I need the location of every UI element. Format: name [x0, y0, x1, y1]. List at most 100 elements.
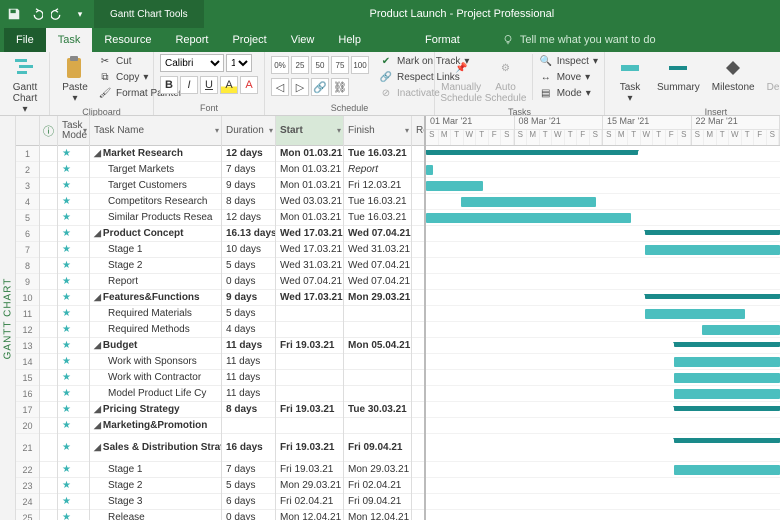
start-cell[interactable]: Wed 17.03.21: [276, 242, 343, 258]
row-number[interactable]: 9: [16, 274, 39, 290]
finish-cell[interactable]: Mon 12.04.21: [344, 510, 411, 520]
row-number[interactable]: 14: [16, 354, 39, 370]
task-name-cell[interactable]: Product Concept: [103, 228, 184, 239]
row-number[interactable]: 13: [16, 338, 39, 354]
gantt-bar[interactable]: [645, 245, 780, 255]
duration-cell[interactable]: 11 days: [222, 386, 275, 402]
tab-task[interactable]: Task: [46, 28, 93, 52]
duration-cell[interactable]: 6 days: [222, 494, 275, 510]
gantt-bar[interactable]: [674, 406, 780, 411]
task-name-cell[interactable]: Features&Functions: [103, 292, 200, 303]
deliverable-insert-button[interactable]: 📦Deliverable ▾: [763, 54, 780, 106]
finish-cell[interactable]: Report: [344, 162, 411, 178]
row-number[interactable]: 3: [16, 178, 39, 194]
finish-cell[interactable]: Fri 12.03.21: [344, 178, 411, 194]
row-number[interactable]: 25: [16, 510, 39, 520]
gantt-bar[interactable]: [426, 181, 483, 191]
task-name-cell[interactable]: Stage 3: [108, 496, 142, 507]
font-size-select[interactable]: 11: [226, 54, 252, 72]
link-button[interactable]: 🔗: [311, 78, 329, 96]
gantt-bar[interactable]: [426, 213, 631, 223]
start-cell[interactable]: Mon 01.03.21: [276, 146, 343, 162]
expand-icon[interactable]: ◢: [94, 228, 101, 239]
pct75-button[interactable]: 75: [331, 56, 349, 74]
finish-cell[interactable]: Tue 16.03.21: [344, 210, 411, 226]
task-name-cell[interactable]: Work with Contractor: [108, 372, 201, 383]
indent-button[interactable]: ▷: [291, 78, 309, 96]
tab-project[interactable]: Project: [220, 28, 278, 52]
row-number[interactable]: 22: [16, 462, 39, 478]
expand-icon[interactable]: ◢: [94, 442, 101, 453]
outdent-button[interactable]: ◁: [271, 78, 289, 96]
task-name-cell[interactable]: Market Research: [103, 148, 183, 159]
gantt-bar[interactable]: [674, 389, 780, 399]
start-cell[interactable]: Wed 07.04.21: [276, 274, 343, 290]
finish-cell[interactable]: Wed 07.04.21: [344, 274, 411, 290]
inspect-button[interactable]: 🔍Inspect ▾: [539, 54, 598, 68]
gantt-bar[interactable]: [461, 197, 596, 207]
underline-button[interactable]: U: [200, 76, 218, 94]
finish-cell[interactable]: Tue 16.03.21: [344, 146, 411, 162]
start-cell[interactable]: [276, 306, 343, 322]
tell-me-search[interactable]: Tell me what you want to do: [502, 28, 656, 52]
row-number[interactable]: 10: [16, 290, 39, 306]
expand-icon[interactable]: ◢: [94, 340, 101, 351]
row-number[interactable]: 2: [16, 162, 39, 178]
task-name-cell[interactable]: Pricing Strategy: [103, 404, 180, 415]
finish-cell[interactable]: Tue 16.03.21: [344, 194, 411, 210]
task-name-cell[interactable]: Stage 1: [108, 464, 142, 475]
qat-dropdown-icon[interactable]: ▾: [72, 6, 88, 22]
finish-cell[interactable]: [344, 322, 411, 338]
tab-help[interactable]: Help: [326, 28, 373, 52]
finish-cell[interactable]: Tue 30.03.21: [344, 402, 411, 418]
gantt-bar[interactable]: [645, 230, 780, 235]
bold-button[interactable]: B: [160, 76, 178, 94]
gantt-bar[interactable]: [674, 373, 780, 383]
tab-format[interactable]: Format: [413, 28, 472, 52]
duration-cell[interactable]: 12 days: [222, 210, 275, 226]
col-name-header[interactable]: Task Name▾: [90, 116, 221, 146]
start-cell[interactable]: Fri 19.03.21: [276, 338, 343, 354]
duration-cell[interactable]: 10 days: [222, 242, 275, 258]
pct50-button[interactable]: 50: [311, 56, 329, 74]
duration-cell[interactable]: 8 days: [222, 402, 275, 418]
italic-button[interactable]: I: [180, 76, 198, 94]
duration-cell[interactable]: 16.13 days: [222, 226, 275, 242]
start-cell[interactable]: Mon 01.03.21: [276, 162, 343, 178]
gantt-bar[interactable]: [674, 465, 780, 475]
task-name-cell[interactable]: Target Customers: [108, 180, 187, 191]
start-cell[interactable]: Wed 17.03.21: [276, 226, 343, 242]
start-cell[interactable]: Fri 02.04.21: [276, 494, 343, 510]
finish-cell[interactable]: Mon 29.03.21: [344, 462, 411, 478]
task-name-cell[interactable]: Competitors Research: [108, 196, 207, 207]
row-number[interactable]: 15: [16, 370, 39, 386]
col-start-header[interactable]: Start▾: [276, 116, 343, 146]
finish-cell[interactable]: [344, 354, 411, 370]
gantt-bar[interactable]: [645, 294, 780, 299]
start-cell[interactable]: Mon 01.03.21: [276, 178, 343, 194]
finish-cell[interactable]: Mon 29.03.21: [344, 290, 411, 306]
font-name-select[interactable]: Calibri: [160, 54, 224, 72]
start-cell[interactable]: Wed 31.03.21: [276, 258, 343, 274]
row-number[interactable]: 17: [16, 402, 39, 418]
start-cell[interactable]: [276, 418, 343, 434]
finish-cell[interactable]: [344, 418, 411, 434]
row-number[interactable]: 1: [16, 146, 39, 162]
task-name-cell[interactable]: Required Methods: [108, 324, 190, 335]
row-number[interactable]: 21: [16, 434, 39, 462]
finish-cell[interactable]: Fri 09.04.21: [344, 434, 411, 462]
duration-cell[interactable]: 5 days: [222, 258, 275, 274]
task-name-cell[interactable]: Stage 1: [108, 244, 142, 255]
task-name-cell[interactable]: Work with Sponsors: [108, 356, 197, 367]
gantt-bar[interactable]: [702, 325, 780, 335]
col-resources-header[interactable]: Res: [412, 116, 424, 146]
pct100-button[interactable]: 100: [351, 56, 369, 74]
task-name-cell[interactable]: Similar Products Resea: [108, 212, 212, 223]
row-number[interactable]: 16: [16, 386, 39, 402]
finish-cell[interactable]: [344, 386, 411, 402]
duration-cell[interactable]: 4 days: [222, 322, 275, 338]
start-cell[interactable]: [276, 370, 343, 386]
bg-color-button[interactable]: A: [220, 76, 238, 94]
pct25-button[interactable]: 25: [291, 56, 309, 74]
auto-schedule-button[interactable]: ⚙Auto Schedule: [485, 54, 525, 106]
